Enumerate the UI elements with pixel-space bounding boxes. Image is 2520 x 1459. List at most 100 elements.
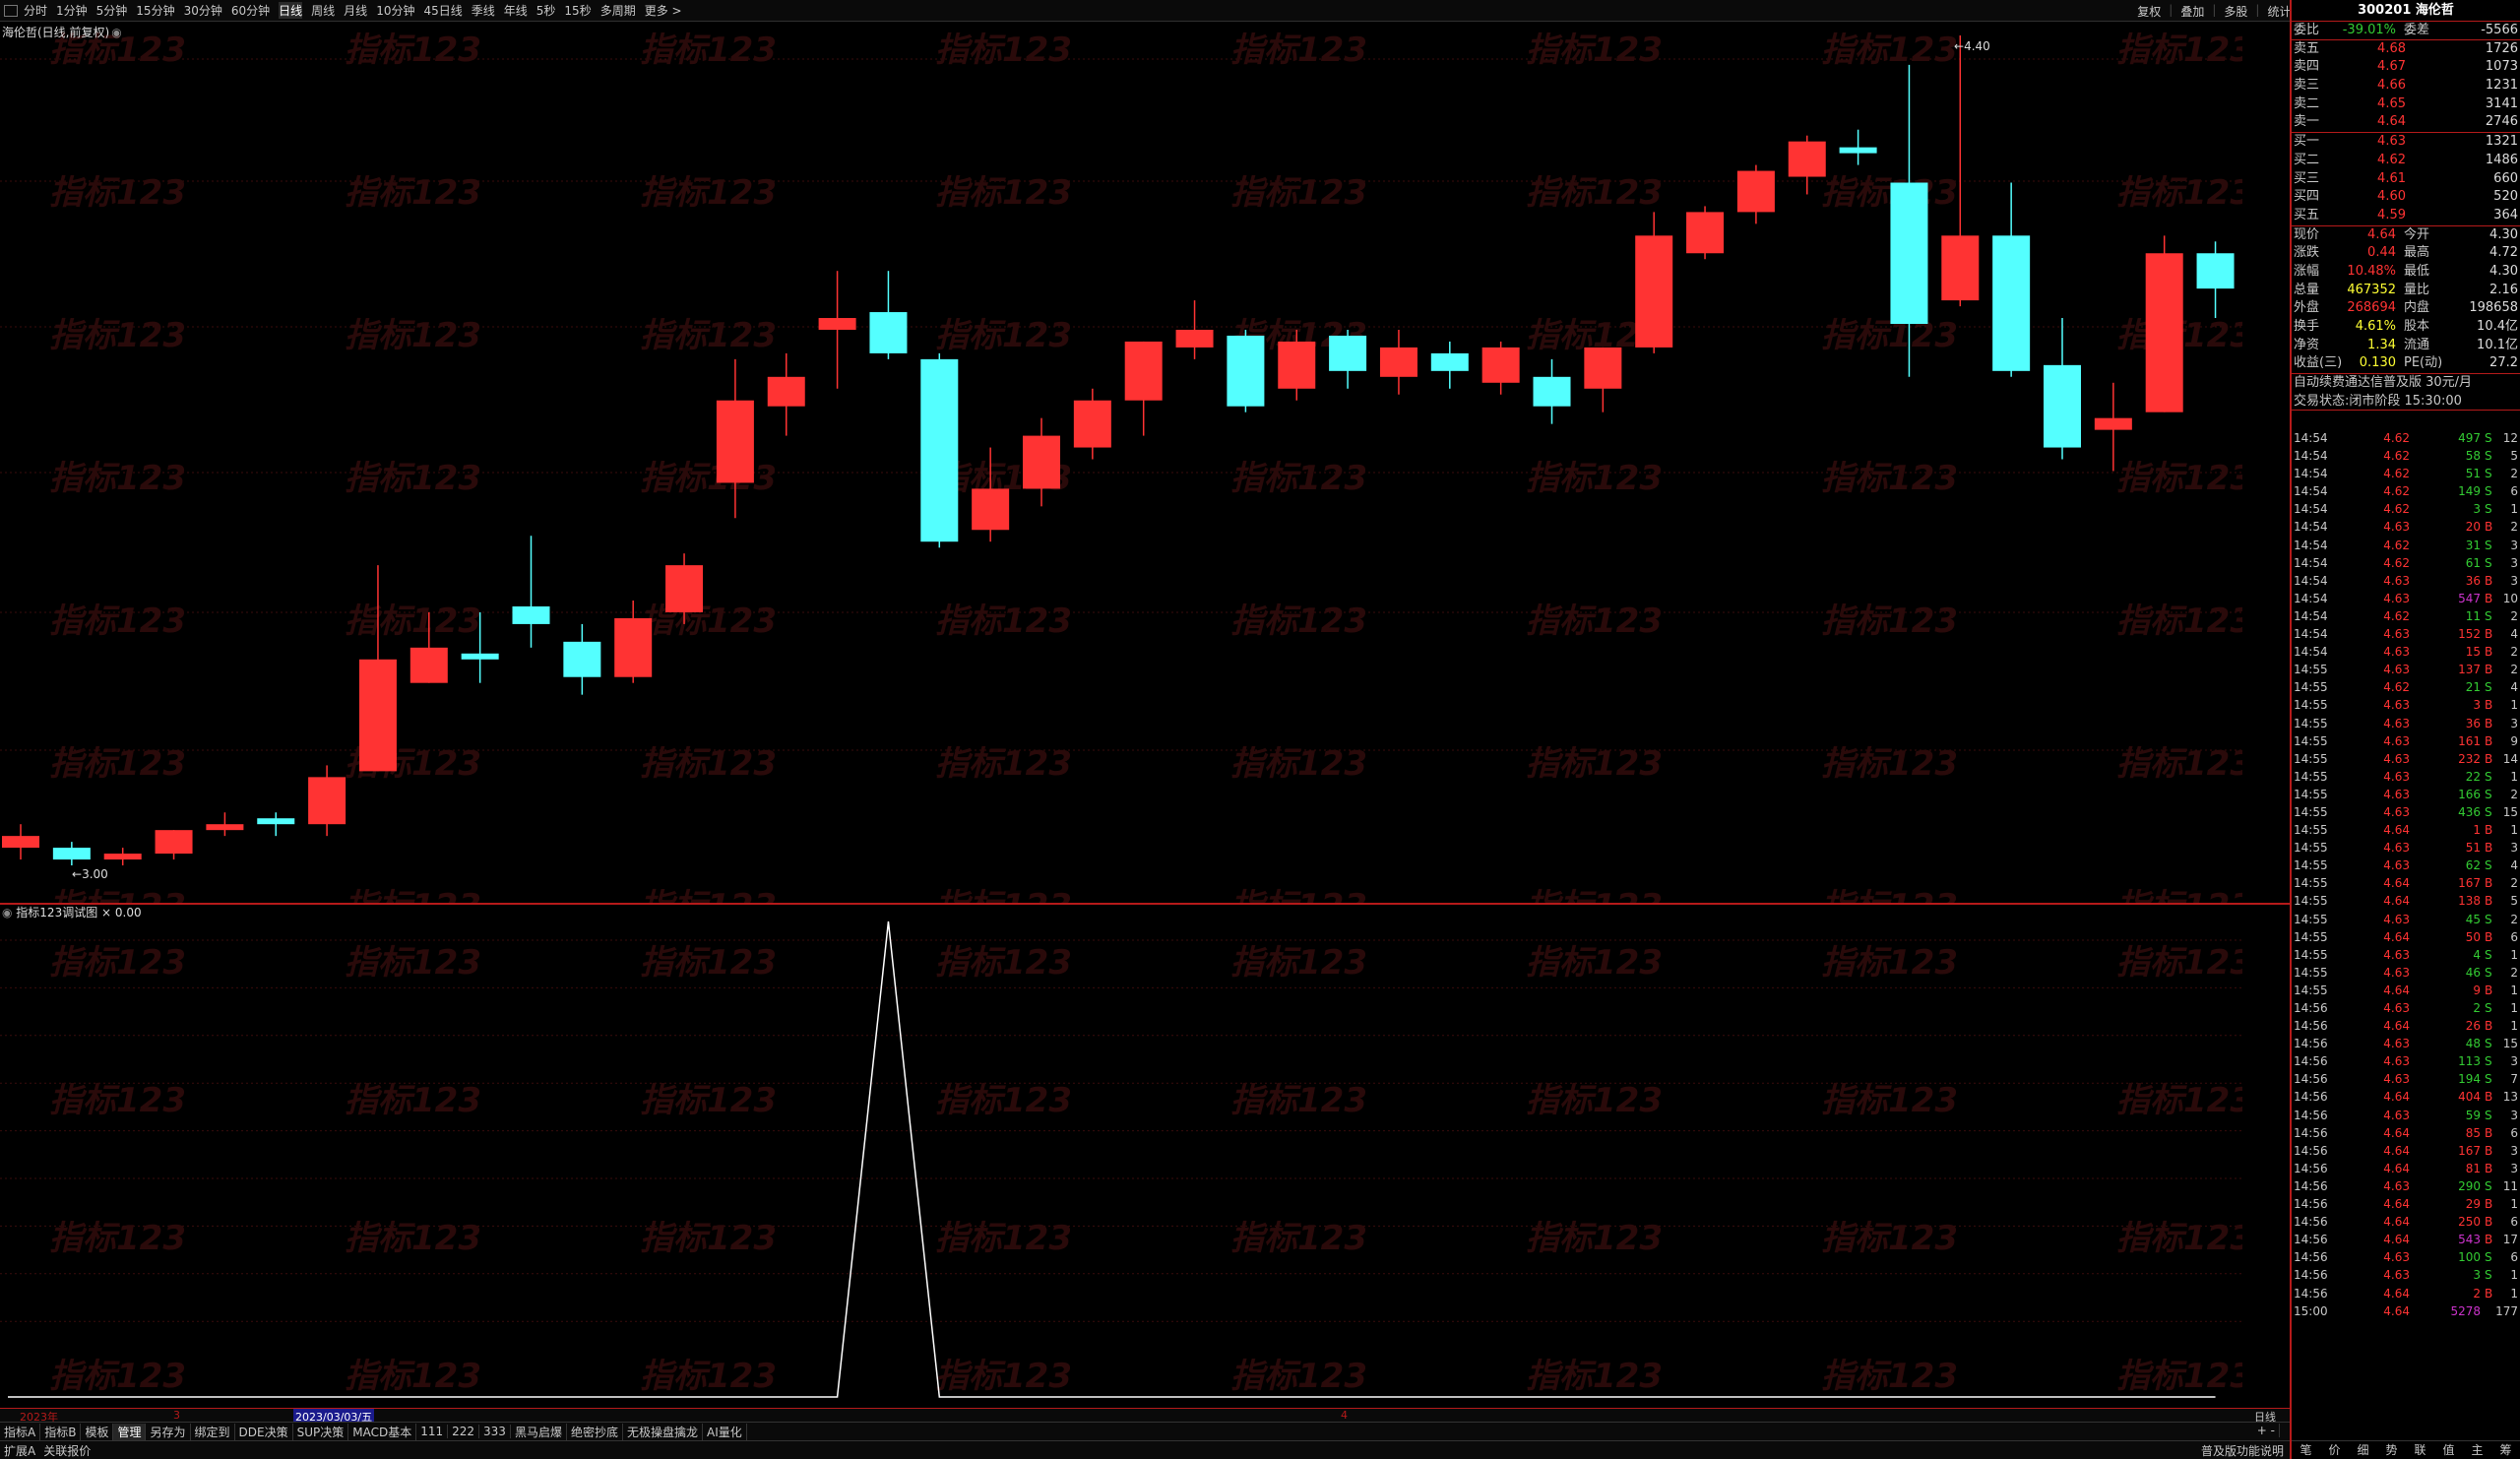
period-15[interactable]: 多周期 xyxy=(600,2,636,19)
indicator-tab-8[interactable]: MACD基本 xyxy=(348,1423,417,1440)
indicator-tab-11[interactable]: 333 xyxy=(479,1425,511,1438)
watermark-text: 指标123 xyxy=(640,316,777,355)
indicator-title-text: 指标123调试图 xyxy=(16,906,98,920)
order-volume: 1231 xyxy=(2485,78,2518,94)
sell-orders: 卖五 4.68 1726 卖四 4.67 1073 卖三 4.66 1231 卖二 4.65 3141… xyxy=(2292,40,2520,134)
tick-side: S xyxy=(2485,1268,2492,1283)
tick-row: 14:54 4.62 11 S 2 xyxy=(2292,607,2520,625)
tick-time: 14:55 xyxy=(2294,716,2328,730)
watermark-text: 指标123 xyxy=(1821,1357,1958,1396)
order-price: 4.60 xyxy=(2377,189,2406,205)
panel-tab-3[interactable]: 势 xyxy=(2385,1441,2397,1459)
stat-value-2: 4.30 xyxy=(2489,226,2518,242)
tick-volume: 21 xyxy=(2465,680,2481,695)
status-item-0[interactable]: 扩展A xyxy=(0,1442,39,1459)
tick-volume: 149 xyxy=(2458,484,2481,499)
period-6[interactable]: 日线 xyxy=(279,2,303,19)
period-0[interactable]: 分时 xyxy=(24,2,47,19)
indicator-tab-1[interactable]: 指标B xyxy=(40,1423,82,1440)
tick-row: 14:55 4.63 4 S 1 xyxy=(2292,946,2520,964)
settings-dot-icon[interactable]: ◉ xyxy=(111,26,121,39)
tick-count: 15 xyxy=(2502,804,2518,819)
tool-3[interactable]: 统计 xyxy=(2267,3,2291,20)
stat-value-2: 198658 xyxy=(2469,300,2518,316)
tick-side: S xyxy=(2485,484,2492,499)
tick-count: 6 xyxy=(2510,1215,2518,1230)
indicator-tab-0[interactable]: 指标A xyxy=(0,1423,41,1440)
indicator-tab-3[interactable]: 管理 xyxy=(113,1423,147,1440)
tick-side: B xyxy=(2485,520,2493,535)
indicator-tab-13[interactable]: 绝密抄底 xyxy=(567,1423,623,1440)
tool-1[interactable]: 叠加 xyxy=(2180,3,2204,20)
tick-volume: 20 xyxy=(2465,520,2481,535)
period-9[interactable]: 10分钟 xyxy=(376,2,414,19)
indicator-tab-14[interactable]: 无极操盘擒龙 xyxy=(623,1423,703,1440)
period-10[interactable]: 45日线 xyxy=(423,2,462,19)
panel-tab-4[interactable]: 联 xyxy=(2414,1441,2426,1459)
tick-side: B xyxy=(2485,645,2493,660)
tick-volume: 4 xyxy=(2473,947,2481,962)
indicator-tab-12[interactable]: 黑马启爆 xyxy=(511,1423,567,1440)
candle-body xyxy=(1839,147,1877,154)
period-5[interactable]: 60分钟 xyxy=(231,2,270,19)
candlestick-chart[interactable]: 指标123 指标123 指标123 指标123 指标123 指标123 指标123 指标123… xyxy=(0,22,2242,903)
tick-count: 1 xyxy=(2510,823,2518,838)
panel-tab-1[interactable]: 价 xyxy=(2328,1441,2340,1459)
indicator-tab-7[interactable]: SUP决策 xyxy=(293,1423,349,1440)
tick-volume: 50 xyxy=(2465,929,2481,944)
period-4[interactable]: 30分钟 xyxy=(184,2,222,19)
order-price: 4.59 xyxy=(2377,207,2406,222)
tick-price: 4.63 xyxy=(2383,1108,2410,1122)
panel-tab-0[interactable]: 笔 xyxy=(2300,1441,2311,1459)
indicator-tab-4[interactable]: 另存为 xyxy=(146,1423,191,1440)
watermark-text: 指标123 xyxy=(345,1357,481,1396)
period-16[interactable]: 更多 > xyxy=(645,2,682,19)
tick-list[interactable]: 14:54 4.62 497 S 12 14:54 4.62 58 S 5 14:54 4.62 51 S… xyxy=(2292,429,2520,1320)
indicator-tab-9[interactable]: 111 xyxy=(416,1425,449,1438)
order-volume: 1486 xyxy=(2485,152,2518,167)
period-13[interactable]: 5秒 xyxy=(536,2,556,19)
indicator-settings-icon[interactable]: ◉ xyxy=(2,906,16,920)
indicator-tab-6[interactable]: DDE决策 xyxy=(235,1423,293,1440)
window-corner-icon[interactable] xyxy=(4,4,18,17)
tool-0[interactable]: 复权 xyxy=(2137,3,2161,20)
tick-side: B xyxy=(2485,1215,2493,1230)
tick-row: 14:56 4.63 194 S 7 xyxy=(2292,1070,2520,1088)
panel-tab-2[interactable]: 细 xyxy=(2357,1441,2368,1459)
tick-time: 14:56 xyxy=(2294,1161,2328,1175)
tick-count: 3 xyxy=(2510,1161,2518,1175)
tick-count: 2 xyxy=(2510,663,2518,677)
tool-2[interactable]: 多股 xyxy=(2224,3,2247,20)
indicator-tab-10[interactable]: 222 xyxy=(448,1425,480,1438)
watermark-text: 指标123 xyxy=(49,943,186,983)
indicator-tab-5[interactable]: 绑定到 xyxy=(191,1423,235,1440)
promo-text[interactable]: 自动续费通达信普及版 30元/月 xyxy=(2294,374,2472,393)
version-info-link[interactable]: 普及版功能说明 xyxy=(2197,1442,2288,1459)
candle-body xyxy=(1227,335,1265,407)
promo-row[interactable]: 自动续费通达信普及版 30元/月 xyxy=(2292,374,2520,393)
indicator-tab-15[interactable]: AI量化 xyxy=(703,1423,747,1440)
watermark-text: 指标123 xyxy=(1230,31,1367,70)
watermark-text: 指标123 xyxy=(49,316,186,355)
indicator-tab-2[interactable]: 模板 xyxy=(81,1423,114,1440)
indicator-chart[interactable]: 指标123 指标123 指标123 指标123 指标123 指标123 指标123 指标123… xyxy=(0,905,2242,1407)
period-2[interactable]: 5分钟 xyxy=(96,2,128,19)
period-8[interactable]: 月线 xyxy=(344,2,367,19)
watermark-text: 指标123 xyxy=(935,887,1072,903)
status-item-1[interactable]: 关联报价 xyxy=(39,1442,94,1459)
period-12[interactable]: 年线 xyxy=(504,2,528,19)
panel-tab-6[interactable]: 主 xyxy=(2471,1441,2483,1459)
tick-row: 14:56 4.63 59 S 3 xyxy=(2292,1107,2520,1124)
period-3[interactable]: 15分钟 xyxy=(136,2,174,19)
period-7[interactable]: 周线 xyxy=(311,2,335,19)
zoom-buttons[interactable]: + - xyxy=(2253,1424,2280,1437)
tick-price: 4.63 xyxy=(2383,733,2410,748)
period-14[interactable]: 15秒 xyxy=(564,2,591,19)
panel-tab-7[interactable]: 筹 xyxy=(2499,1441,2511,1459)
period-1[interactable]: 1分钟 xyxy=(56,2,88,19)
tick-time: 14:56 xyxy=(2294,1268,2328,1283)
panel-tab-5[interactable]: 值 xyxy=(2442,1441,2454,1459)
watermark-text: 指标123 xyxy=(640,459,777,498)
tick-volume: 22 xyxy=(2465,769,2481,784)
period-11[interactable]: 季线 xyxy=(472,2,495,19)
